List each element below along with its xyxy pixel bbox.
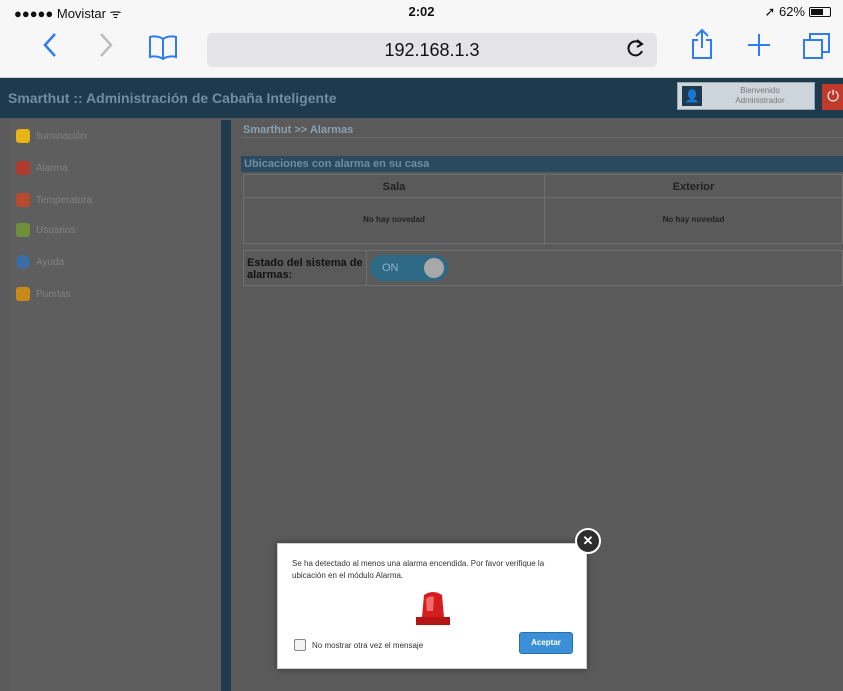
breadcrumb: Smarthut >> Alarmas [243,124,354,136]
reload-icon [627,39,644,57]
tabs-icon [803,33,830,59]
user-icon: 👤 [682,86,702,106]
battery-icon [809,7,831,17]
divider [241,137,843,138]
location-status: No hay novedad [662,215,725,224]
alarm-toggle[interactable]: ON [370,255,448,281]
sidebar-item-iluminacion[interactable]: Iluminación [16,126,87,146]
modal-message: Se ha detectado al menos una alarma ence… [292,559,545,580]
sidebar-item-temperatura[interactable]: Temperatura [16,190,92,210]
user-label: Bienvenido Administrador [708,86,812,106]
battery-label: ➚ 62% [764,4,805,19]
siren-icon [16,161,30,175]
dont-show-label: No mostrar otra vez el mensaje [312,641,424,650]
chevron-left-icon [43,33,56,57]
clock: 2:02 [408,4,435,19]
sidebar-item-label: Alarma [36,162,68,174]
status-bar: ●●●●● Movistar ᯤ 2:02 ➚ 62% [0,0,843,22]
user-box[interactable]: 👤 Bienvenido Administrador [677,82,815,110]
sidebar-item-label: Usuarios [36,224,76,236]
toggle-label: ON [382,262,399,274]
locations-table: Sala No hay novedad Exterior No hay nove… [243,174,843,245]
tabs-button[interactable] [802,32,832,66]
bookmarks-button[interactable] [148,34,178,66]
thermometer-icon [16,193,30,207]
dont-show-checkbox[interactable] [294,639,306,651]
section-title: Ubicaciones con alarma en su casa [241,156,843,172]
location-name: Exterior [672,181,715,193]
users-icon [16,223,30,237]
divider [366,251,367,285]
alert-modal: Se ha detectado al menos una alarma ence… [277,543,587,669]
user-line1: Bienvenido [740,86,780,95]
close-modal-button[interactable]: ✕ [575,528,601,554]
accept-button[interactable]: Aceptar [519,632,573,654]
app-header: Smarthut :: Administración de Cabaña Int… [0,78,843,118]
sidebar-item-label: Iluminación [36,130,87,142]
alarm-state-label: Estado del sistema de alarmas: [247,257,363,281]
chevron-right-icon [100,33,113,57]
plus-icon [748,34,770,56]
share-button[interactable] [690,28,714,66]
location-cell-exterior: Exterior No hay novedad [545,175,842,245]
sidebar: Iluminación Alarma Temperatura Usuarios … [10,120,231,691]
book-icon [149,35,177,61]
sidebar-item-usuarios[interactable]: Usuarios [16,220,75,240]
power-icon: ⏻ [827,88,839,105]
divider [244,197,544,198]
browser-toolbar: 192.168.1.3 [0,22,843,78]
siren-icon [416,592,450,625]
close-icon: ✕ [582,533,594,548]
reload-button[interactable] [627,38,645,64]
logout-button[interactable]: ⏻ [822,84,843,110]
sidebar-item-ayuda[interactable]: Ayuda [16,252,64,272]
address-bar[interactable]: 192.168.1.3 [207,33,657,67]
toggle-knob [424,258,444,278]
sidebar-item-label: Puertas [36,288,71,300]
user-line2: Administrador [735,96,785,105]
alarm-state-row: Estado del sistema de alarmas: ON [243,250,843,286]
back-button[interactable] [40,30,60,66]
location-status: No hay novedad [363,215,425,224]
new-tab-button[interactable] [746,32,772,64]
bulb-icon [16,129,30,143]
divider [545,197,842,198]
sidebar-item-label: Ayuda [36,256,65,268]
door-icon [16,287,30,301]
url-text: 192.168.1.3 [384,40,480,60]
sidebar-item-alarma[interactable]: Alarma [16,158,68,178]
share-icon [692,28,712,59]
battery-indicator: ➚ 62% [764,4,831,20]
location-cell-sala: Sala No hay novedad [244,175,545,245]
sidebar-item-label: Temperatura [36,194,93,206]
app-title: Smarthut :: Administración de Cabaña Int… [8,90,337,106]
sidebar-item-puertas[interactable]: Puertas [16,284,70,304]
help-icon [16,255,30,269]
location-name: Sala [382,181,406,193]
forward-button[interactable] [96,30,116,66]
